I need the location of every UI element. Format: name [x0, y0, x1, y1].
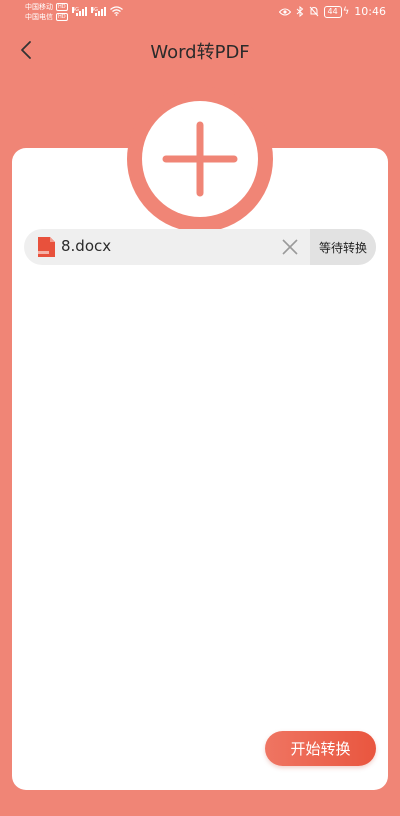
signal-icon: 4G	[91, 7, 106, 16]
hd-badge: HD	[56, 3, 68, 11]
battery-indicator: 44	[323, 5, 342, 18]
clock: 10:46	[354, 5, 386, 18]
status-right: 44 ϟ 10:46	[278, 5, 386, 18]
file-name: 8.docx	[61, 237, 112, 255]
charging-icon: ϟ	[342, 6, 350, 17]
conversion-status: 等待转换	[310, 229, 376, 265]
carrier-2-label: 中国电信	[25, 13, 53, 21]
signal-icon: 4G	[72, 7, 87, 16]
hd-badge: HD	[56, 13, 68, 21]
close-icon	[282, 239, 298, 255]
signal-tag: 4G	[72, 7, 80, 13]
remove-file-button[interactable]	[280, 237, 300, 257]
screen: 中国移动 HD 中国电信 HD 4G 4G 44 ϟ 10:46 Word转PD…	[0, 0, 400, 816]
carrier-info: 中国移动 HD 中国电信 HD	[25, 2, 68, 22]
wifi-icon	[110, 6, 123, 16]
signal-tag: 4G	[91, 7, 99, 13]
add-file-button[interactable]	[142, 101, 258, 217]
status-bar: 中国移动 HD 中国电信 HD 4G 4G 44 ϟ 10:46	[0, 0, 400, 26]
page-title: Word转PDF	[150, 42, 250, 63]
header: Word转PDF	[0, 30, 400, 70]
signal-indicators: 4G 4G	[72, 6, 123, 16]
bluetooth-icon	[296, 6, 303, 17]
mute-bell-icon	[309, 6, 318, 17]
plus-icon	[162, 121, 238, 197]
eye-icon	[278, 8, 291, 15]
carrier-1-label: 中国移动	[25, 3, 53, 11]
word-file-icon	[38, 237, 55, 257]
file-list-item[interactable]: 8.docx 等待转换	[24, 229, 376, 265]
start-conversion-button[interactable]: 开始转换	[265, 731, 376, 766]
